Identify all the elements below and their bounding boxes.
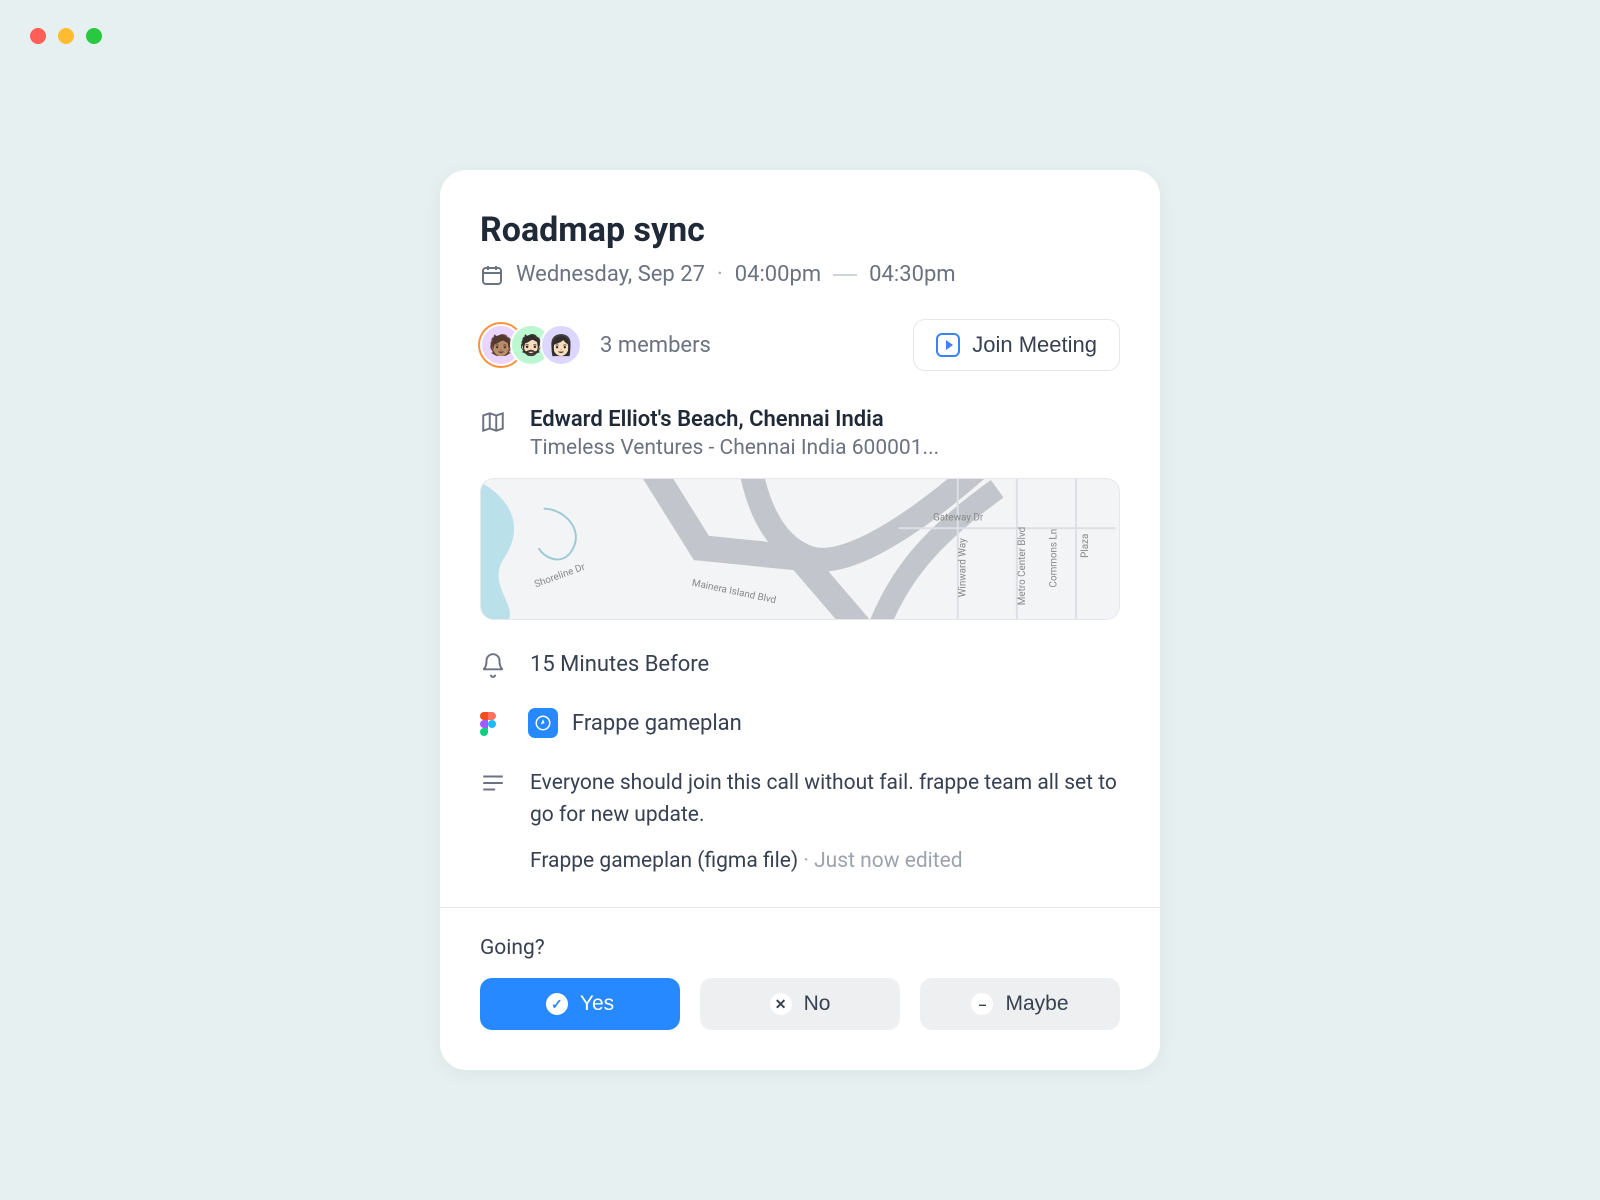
avatar: 👩🏻: [540, 324, 582, 366]
event-description: Everyone should join this call without f…: [530, 768, 1120, 831]
svg-text:Plaza: Plaza: [1080, 534, 1091, 558]
time-range-dash: [833, 274, 857, 276]
figma-icon: [480, 712, 504, 736]
event-card: Roadmap sync Wednesday, Sep 27 · 04:00pm…: [440, 170, 1160, 1070]
rsvp-maybe-label: Maybe: [1005, 992, 1068, 1016]
reminder-label: 15 Minutes Before: [530, 652, 709, 677]
file-separator: ·: [798, 849, 814, 873]
svg-text:Metro Center Blvd: Metro Center Blvd: [1017, 527, 1028, 605]
location-row[interactable]: Edward Elliot's Beach, Chennai India Tim…: [480, 407, 1120, 460]
attachment-row[interactable]: Frappe gameplan: [480, 708, 1120, 738]
svg-text:Winward Way: Winward Way: [958, 538, 969, 597]
minus-icon: –: [971, 993, 993, 1015]
event-end-time: 04:30pm: [869, 262, 955, 287]
x-icon: ✕: [770, 993, 792, 1015]
file-status: Just now edited: [814, 849, 963, 873]
file-line[interactable]: Frappe gameplan (figma file) · Just now …: [530, 849, 1120, 873]
play-icon: [936, 333, 960, 357]
map-svg: Shoreline Dr Mainera Island Blvd Gateway…: [481, 479, 1119, 619]
traffic-lights: [30, 28, 102, 44]
map-icon: [480, 409, 506, 435]
rsvp-maybe-button[interactable]: – Maybe: [920, 978, 1120, 1030]
separator-dot: ·: [717, 262, 723, 287]
map-preview[interactable]: Shoreline Dr Mainera Island Blvd Gateway…: [480, 478, 1120, 620]
reminder-row[interactable]: 15 Minutes Before: [480, 650, 1120, 678]
calendar-icon: [480, 263, 504, 287]
description-row: Everyone should join this call without f…: [480, 768, 1120, 873]
close-window-icon[interactable]: [30, 28, 46, 44]
event-title: Roadmap sync: [480, 210, 1120, 250]
location-address: Timeless Ventures - Chennai India 600001…: [530, 436, 1120, 460]
rsvp-prompt: Going?: [480, 936, 1120, 960]
join-meeting-label: Join Meeting: [972, 332, 1097, 358]
file-name: Frappe gameplan (figma file): [530, 849, 798, 873]
attachment-name: Frappe gameplan: [572, 711, 742, 736]
rsvp-no-button[interactable]: ✕ No: [700, 978, 900, 1030]
join-meeting-button[interactable]: Join Meeting: [913, 319, 1120, 371]
event-start-time: 04:00pm: [735, 262, 821, 287]
check-icon: ✓: [546, 993, 568, 1015]
svg-text:Gateway Dr: Gateway Dr: [933, 512, 984, 523]
rsvp-yes-label: Yes: [580, 992, 614, 1016]
location-name: Edward Elliot's Beach, Chennai India: [530, 407, 1120, 432]
member-count: 3 members: [600, 333, 711, 358]
event-date: Wednesday, Sep 27: [516, 262, 705, 287]
description-icon: [480, 770, 506, 796]
rsvp-section: Going? ✓ Yes ✕ No – Maybe: [440, 908, 1160, 1070]
app-badge-icon: [528, 708, 558, 738]
minimize-window-icon[interactable]: [58, 28, 74, 44]
maximize-window-icon[interactable]: [86, 28, 102, 44]
rsvp-no-label: No: [804, 992, 831, 1016]
svg-text:Commons Ln: Commons Ln: [1048, 529, 1059, 588]
member-avatars[interactable]: 🧑🏽 🧔🏻 👩🏻: [480, 324, 582, 366]
bell-icon: [480, 652, 506, 678]
rsvp-yes-button[interactable]: ✓ Yes: [480, 978, 680, 1030]
event-datetime: Wednesday, Sep 27 · 04:00pm 04:30pm: [480, 262, 1120, 287]
